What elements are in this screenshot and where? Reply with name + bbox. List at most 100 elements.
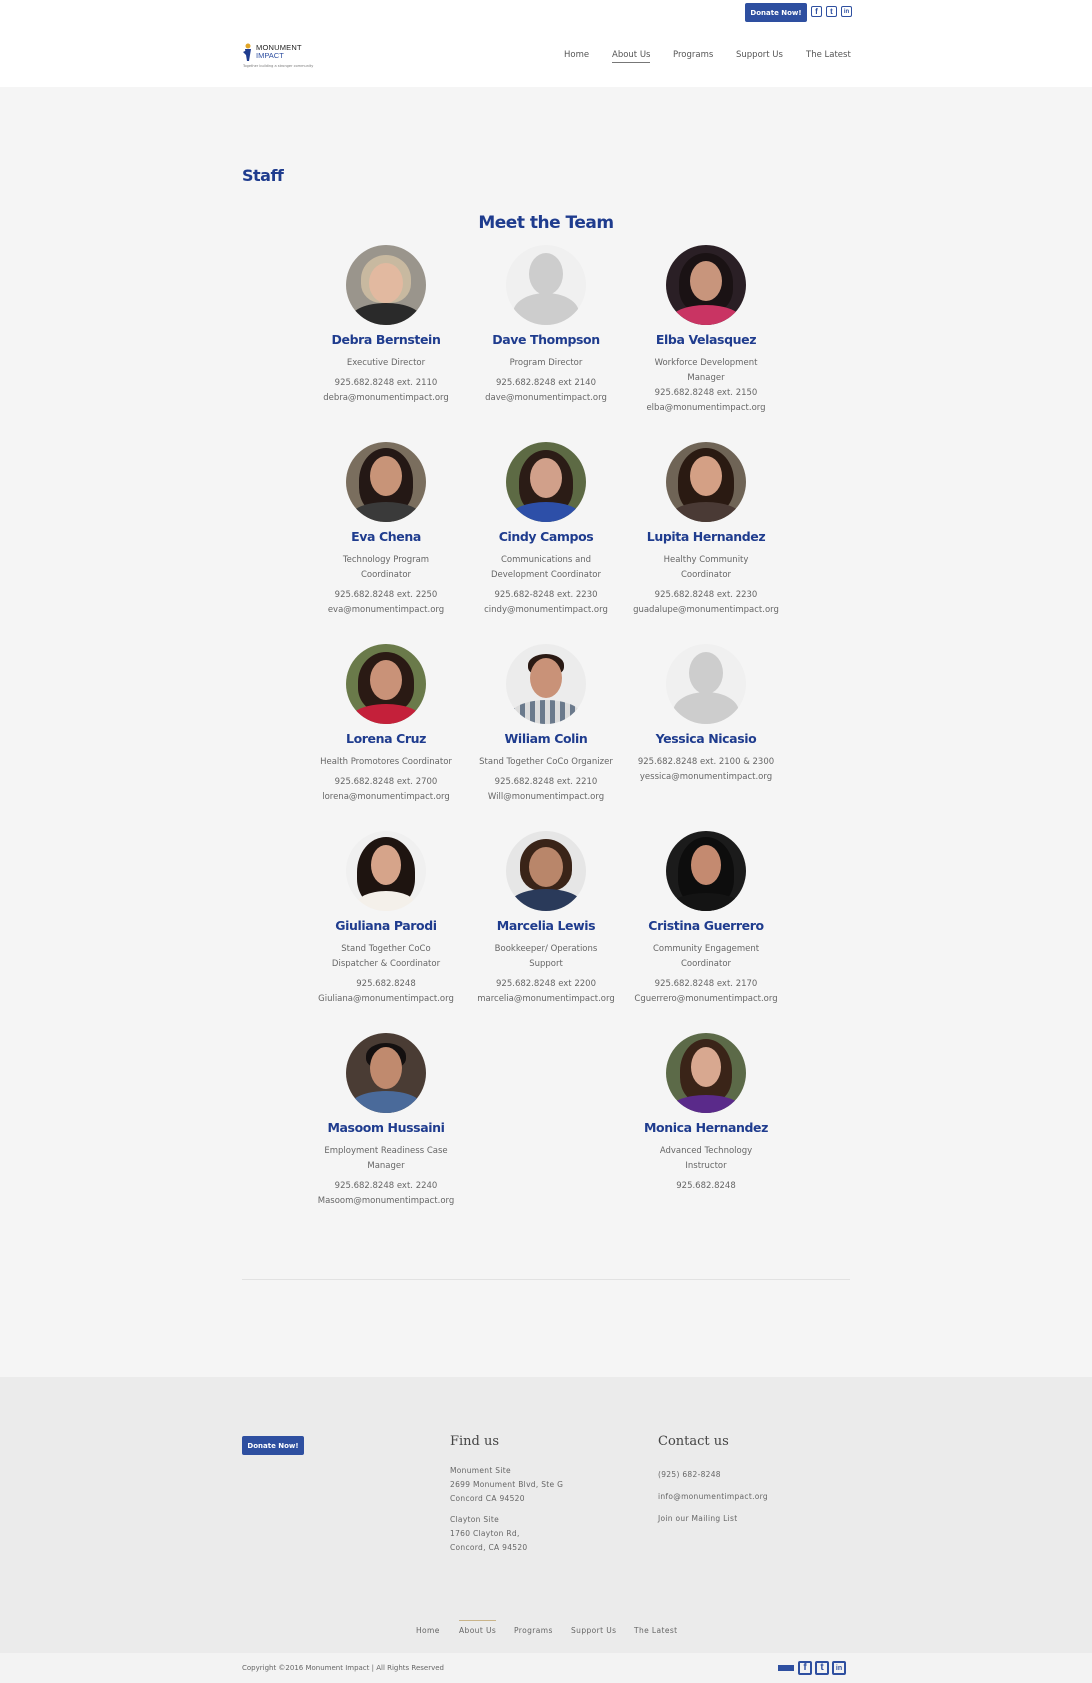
site-logo[interactable]: MONUMENT IMPACT Together building a stro… xyxy=(243,43,313,69)
staff-card: Lorena Cruz Health Promotores Coordinato… xyxy=(301,644,471,805)
staff-email[interactable]: guadalupe@monumentimpact.org xyxy=(621,603,791,618)
linkedin-icon[interactable]: in xyxy=(832,1661,846,1675)
tumblr-icon[interactable]: t xyxy=(826,6,837,17)
staff-photo xyxy=(666,1033,746,1113)
site-header xyxy=(0,0,1092,87)
staff-email[interactable]: elba@monumentimpact.org xyxy=(621,401,791,416)
staff-phone: 925.682.8248 ext. 2250 xyxy=(334,590,438,600)
site2-name: Clayton Site xyxy=(450,1515,500,1524)
social-links-bottom: f t in xyxy=(778,1661,846,1675)
staff-card: Cindy Campos Communications and Developm… xyxy=(461,442,631,618)
staff-role: Health Promotores Coordinator xyxy=(320,757,452,767)
footer-nav-the-latest[interactable]: The Latest xyxy=(634,1626,678,1635)
email-icon[interactable] xyxy=(778,1665,794,1671)
staff-role: Bookkeeper/ Operations Support xyxy=(494,944,598,969)
nav-programs[interactable]: Programs xyxy=(673,50,713,60)
contact-us-block: (925) 682-8248 info@monumentimpact.org J… xyxy=(658,1464,768,1530)
staff-photo xyxy=(666,245,746,325)
staff-email[interactable]: marcelia@monumentimpact.org xyxy=(461,992,631,1007)
bottom-bar xyxy=(0,1653,1092,1683)
mailing-list-link[interactable]: Join our Mailing List xyxy=(658,1508,768,1530)
staff-name: Monica Hernandez xyxy=(643,1120,769,1135)
staff-role: Workforce Development Manager xyxy=(654,358,758,383)
staff-card: Wiliam Colin Stand Together CoCo Organiz… xyxy=(461,644,631,805)
facebook-icon[interactable]: f xyxy=(811,6,822,17)
staff-photo xyxy=(346,831,426,911)
staff-phone: 925.682.8248 ext. 2150 xyxy=(654,388,758,398)
page-title: Staff xyxy=(242,166,284,185)
staff-email[interactable]: Cguerrero@monumentimpact.org xyxy=(621,992,791,1007)
logo-tagline: Together building a stronger community xyxy=(243,64,314,68)
staff-email[interactable]: cindy@monumentimpact.org xyxy=(461,603,631,618)
footer-nav-about-us[interactable]: About Us xyxy=(459,1620,497,1635)
footer-nav-home[interactable]: Home xyxy=(416,1626,440,1635)
tumblr-icon[interactable]: t xyxy=(815,1661,829,1675)
staff-name: Cindy Campos xyxy=(498,529,594,544)
staff-email[interactable]: eva@monumentimpact.org xyxy=(301,603,471,618)
staff-card: Yessica Nicasio 925.682.8248 ext. 2100 &… xyxy=(621,644,791,785)
staff-card: Cristina Guerrero Community Engagement C… xyxy=(621,831,791,1007)
nav-about-us[interactable]: About Us xyxy=(612,50,651,63)
contact-email[interactable]: info@monumentimpact.org xyxy=(658,1486,768,1508)
donate-now-button[interactable]: Donate Now! xyxy=(745,3,807,22)
staff-card: Elba Velasquez Workforce Development Man… xyxy=(621,245,791,416)
linkedin-icon[interactable]: in xyxy=(841,6,852,17)
nav-support-us[interactable]: Support Us xyxy=(736,50,783,60)
staff-name: Lorena Cruz xyxy=(346,731,426,746)
staff-email[interactable]: yessica@monumentimpact.org xyxy=(621,770,791,785)
site1-address-line2: Concord CA 94520 xyxy=(450,1494,525,1503)
nav-the-latest[interactable]: The Latest xyxy=(806,50,851,60)
staff-card: Eva Chena Technology Program Coordinator… xyxy=(301,442,471,618)
section-title: Meet the Team xyxy=(478,213,614,233)
staff-phone: 925.682.8248 xyxy=(356,979,416,989)
staff-name: Masoom Hussaini xyxy=(327,1120,445,1135)
social-links-top: f t in xyxy=(811,6,852,17)
staff-phone: 925.682.8248 ext 2200 xyxy=(496,979,596,989)
staff-name: Dave Thompson xyxy=(492,332,600,347)
footer-donate-button[interactable]: Donate Now! xyxy=(242,1436,304,1455)
staff-photo xyxy=(666,831,746,911)
site2-address-line1: 1760 Clayton Rd, xyxy=(450,1529,520,1538)
staff-email[interactable]: dave@monumentimpact.org xyxy=(461,391,631,406)
copyright-text: Copyright ©2016 Monument Impact | All Ri… xyxy=(242,1664,445,1672)
staff-role: Technology Program Coordinator xyxy=(342,555,430,580)
staff-name: Elba Velasquez xyxy=(655,332,757,347)
site1-name: Monument Site xyxy=(450,1466,511,1475)
contact-us-heading: Contact us xyxy=(658,1434,729,1449)
staff-photo xyxy=(346,1033,426,1113)
staff-photo xyxy=(346,245,426,325)
staff-phone: 925.682.8248 ext 2140 xyxy=(496,378,596,388)
staff-photo-placeholder xyxy=(666,644,746,724)
staff-card: Debra Bernstein Executive Director 925.6… xyxy=(301,245,471,406)
staff-role: Communications and Development Coordinat… xyxy=(491,555,601,580)
staff-phone: 925.682.8248 ext. 2110 xyxy=(334,378,438,388)
nav-home[interactable]: Home xyxy=(564,50,589,60)
site1-address-line1: 2699 Monument Blvd, Ste G xyxy=(450,1480,564,1489)
staff-role: Advanced Technology Instructor xyxy=(659,1146,753,1171)
staff-card: Giuliana Parodi Stand Together CoCo Disp… xyxy=(301,831,471,1007)
section-divider xyxy=(242,1279,850,1280)
staff-email[interactable]: Masoom@monumentimpact.org xyxy=(301,1194,471,1209)
facebook-icon[interactable]: f xyxy=(798,1661,812,1675)
staff-email[interactable]: Giuliana@monumentimpact.org xyxy=(301,992,471,1007)
staff-role: Executive Director xyxy=(346,358,426,368)
staff-photo xyxy=(666,442,746,522)
staff-photo xyxy=(506,644,586,724)
footer-nav-support-us[interactable]: Support Us xyxy=(571,1626,616,1635)
staff-phone: 925.682.8248 ext. 2210 xyxy=(494,777,598,787)
staff-email[interactable]: Will@monumentimpact.org xyxy=(461,790,631,805)
staff-phone: 925.682.8248 ext. 2230 xyxy=(654,590,758,600)
staff-card: Masoom Hussaini Employment Readiness Cas… xyxy=(301,1033,471,1209)
staff-photo xyxy=(506,442,586,522)
footer-nav-programs[interactable]: Programs xyxy=(514,1626,553,1635)
staff-role: Stand Together CoCo Dispatcher & Coordin… xyxy=(331,944,441,969)
find-us-address: Monument Site 2699 Monument Blvd, Ste G … xyxy=(450,1464,563,1555)
staff-card: Monica Hernandez Advanced Technology Ins… xyxy=(621,1033,791,1194)
staff-name: Cristina Guerrero xyxy=(648,918,764,933)
staff-email[interactable]: lorena@monumentimpact.org xyxy=(301,790,471,805)
staff-photo xyxy=(506,831,586,911)
contact-phone[interactable]: (925) 682-8248 xyxy=(658,1464,768,1486)
staff-email[interactable]: debra@monumentimpact.org xyxy=(301,391,471,406)
staff-name: Debra Bernstein xyxy=(331,332,441,347)
staff-name: Giuliana Parodi xyxy=(335,918,437,933)
